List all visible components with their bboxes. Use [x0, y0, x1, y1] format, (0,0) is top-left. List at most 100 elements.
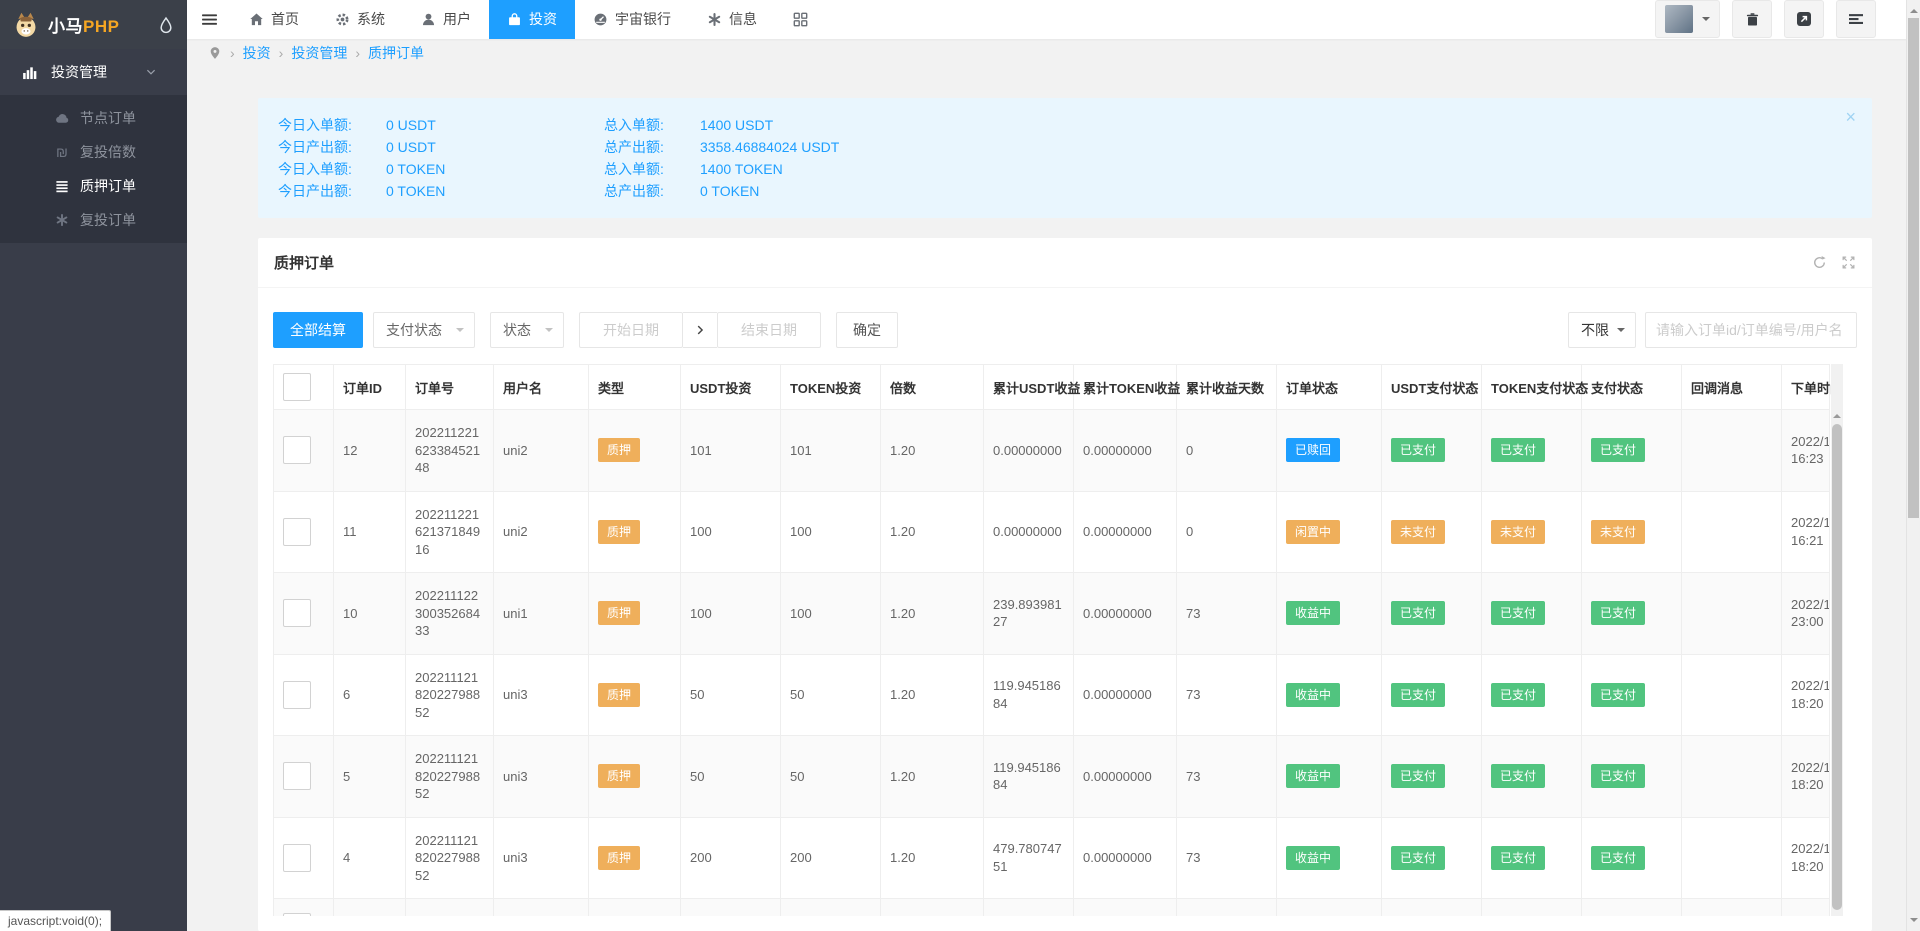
breadcrumb: ›投资›投资管理›质押订单: [187, 39, 1920, 68]
search-scope-select[interactable]: 不限: [1568, 312, 1636, 348]
token-pay-status-cell: 已支付: [1482, 817, 1582, 899]
pay-status-cell: 已支付: [1582, 736, 1682, 818]
sidebar-submenu: 节点订单₪复投倍数质押订单复投订单: [0, 95, 187, 243]
breadcrumb-link-投资管理[interactable]: 投资管理: [291, 43, 347, 63]
settle-all-button[interactable]: 全部结算: [273, 312, 363, 348]
sidebar-item-复投倍数[interactable]: ₪复投倍数: [0, 135, 187, 169]
row-checkbox[interactable]: [283, 681, 311, 709]
nav-item-首页[interactable]: 首页: [231, 0, 317, 39]
panel-title: 质押订单: [274, 252, 334, 273]
token-profit-cell: 0.00000000: [1074, 736, 1177, 818]
profit-days-cell: 0: [1177, 410, 1277, 492]
row-checkbox[interactable]: [283, 913, 311, 916]
nav-item-宇宙银行[interactable]: 宇宙银行: [575, 0, 689, 39]
sidebar-group-investment[interactable]: 投资管理: [0, 49, 187, 95]
nav-item-信息[interactable]: 信息: [689, 0, 775, 39]
row-checkbox[interactable]: [283, 518, 311, 546]
pay-status-badge: 已支付: [1591, 601, 1645, 625]
pay-status-badge: 未支付: [1591, 520, 1645, 544]
table-scrollbar[interactable]: [1831, 364, 1843, 916]
pay-status-cell: 已支付: [1582, 654, 1682, 736]
refresh-icon[interactable]: [1812, 255, 1827, 270]
profit-days-cell: 73: [1177, 573, 1277, 655]
hamburger-menu-icon[interactable]: [187, 0, 231, 39]
page-scrollbar-thumb[interactable]: [1908, 18, 1919, 518]
start-date-input[interactable]: [579, 312, 683, 348]
type-badge: 质押: [598, 601, 640, 625]
navbar-right-controls: [1655, 0, 1920, 39]
order-status-badge: 收益中: [1286, 846, 1340, 870]
pay-status-select[interactable]: 支付状态: [373, 312, 475, 348]
token-pay-status-cell: 未支付: [1482, 491, 1582, 573]
end-date-input[interactable]: [717, 312, 821, 348]
order-id-cell: [334, 899, 406, 917]
usdt-profit-cell: 479.78074751: [984, 817, 1074, 899]
caret-down-icon: [456, 328, 464, 336]
search-input[interactable]: [1645, 312, 1857, 348]
more-list-button[interactable]: [1836, 0, 1876, 38]
select-all-checkbox[interactable]: [283, 373, 311, 401]
sidebar-item-label: 复投订单: [80, 210, 136, 230]
pay-status-cell: 已支付: [1582, 410, 1682, 492]
scroll-up-arrow-icon[interactable]: [1910, 5, 1918, 13]
order-no-cell: 20221112182022798852: [406, 654, 494, 736]
row-checkbox[interactable]: [283, 436, 311, 464]
sidebar-item-复投订单[interactable]: 复投订单: [0, 203, 187, 237]
token-profit-cell: 0.00000000: [1074, 573, 1177, 655]
order-status-badge: 闲置中: [1286, 520, 1340, 544]
sidebar-group-label: 投资管理: [51, 62, 107, 82]
breadcrumb-link-投资[interactable]: 投资: [243, 43, 271, 63]
orders-panel: 质押订单 全部结算 支付状态 状态: [258, 238, 1872, 931]
order-no-cell: 20221122162137184916: [406, 491, 494, 573]
user-icon: [421, 12, 436, 27]
callback-message-cell: [1682, 817, 1782, 899]
stats-line: 今日入单额:0 TOKEN总入单额:1400 TOKEN: [278, 158, 1852, 180]
nav-item-label: 投资: [529, 9, 557, 29]
date-range-arrow-icon[interactable]: [683, 312, 717, 348]
type-badge: 质押: [598, 438, 640, 462]
usdt-invest-cell: 200: [681, 817, 781, 899]
dashboard-icon: [593, 12, 608, 27]
table-scrollbar-thumb[interactable]: [1832, 424, 1842, 910]
profit-days-cell: 0: [1177, 491, 1277, 573]
callback-message-cell: [1682, 899, 1782, 917]
username-cell: uni1: [494, 573, 589, 655]
nav-item-apps[interactable]: [775, 0, 826, 39]
nav-item-投资[interactable]: 投资: [489, 0, 575, 39]
row-checkbox[interactable]: [283, 599, 311, 627]
order-no-cell: 202211121: [406, 899, 494, 917]
table-row: 1020221112230035268433uni1质押1001001.2023…: [274, 573, 1830, 655]
close-icon[interactable]: ×: [1845, 108, 1856, 126]
nav-item-系统[interactable]: 系统: [317, 0, 403, 39]
list-icon: [54, 179, 70, 193]
sidebar-item-质押订单[interactable]: 质押订单: [0, 169, 187, 203]
token-invest-cell: 50: [781, 654, 881, 736]
breadcrumb-link-质押订单[interactable]: 质押订单: [368, 43, 424, 63]
column-header-累计收益天数: 累计收益天数: [1177, 365, 1277, 410]
fullscreen-icon[interactable]: [1841, 255, 1856, 270]
token-invest-cell: 101: [781, 410, 881, 492]
row-checkbox[interactable]: [283, 844, 311, 872]
top-navbar: 首页系统用户 投资宇宙银行信息: [187, 0, 1920, 39]
page-scrollbar[interactable]: [1906, 0, 1920, 931]
sidebar-item-节点订单[interactable]: 节点订单: [0, 101, 187, 135]
usdt-invest-cell: 100: [681, 491, 781, 573]
token-profit-cell: 0.00000000: [1074, 654, 1177, 736]
scroll-down-arrow-icon[interactable]: [1910, 918, 1918, 926]
user-avatar-dropdown[interactable]: [1655, 0, 1720, 38]
clear-cache-button[interactable]: [1732, 0, 1772, 38]
status-select[interactable]: 状态: [490, 312, 564, 348]
order-time-cell: 2022/118:20: [1782, 817, 1830, 899]
row-checkbox[interactable]: [283, 762, 311, 790]
confirm-button[interactable]: 确定: [836, 312, 898, 348]
token-invest-cell: [781, 899, 881, 917]
scroll-up-arrow-icon[interactable]: [1833, 410, 1841, 418]
usdt-profit-cell: 239.89398127: [984, 573, 1074, 655]
order-status-badge: 收益中: [1286, 683, 1340, 707]
open-in-new-button[interactable]: [1784, 0, 1824, 38]
gear-icon: [335, 12, 350, 27]
table-row: 1220221122162338452148uni2质押1011011.200.…: [274, 410, 1830, 492]
nav-item-用户[interactable]: 用户: [403, 0, 489, 39]
logo[interactable]: 小马PHP: [0, 0, 187, 49]
token-pay-status-badge: 已支付: [1491, 764, 1545, 788]
